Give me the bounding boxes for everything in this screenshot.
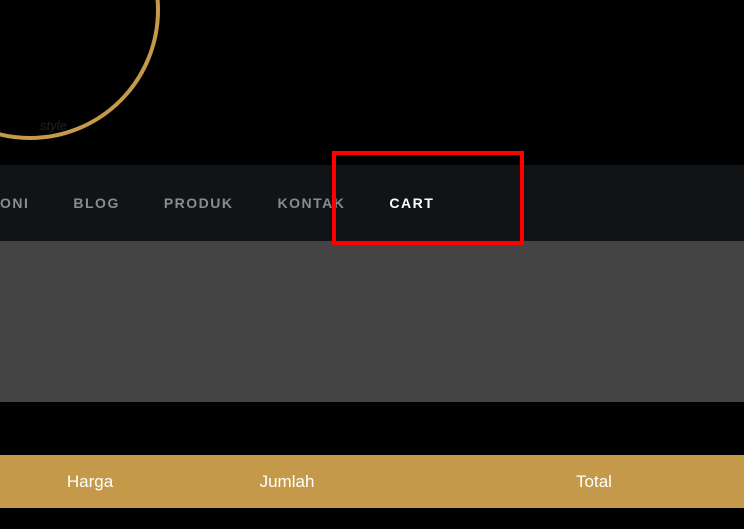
page-hero-band <box>0 241 744 402</box>
header-area: FERING NFIDENT style <box>0 0 744 165</box>
cart-column-total: Total <box>444 472 744 492</box>
logo-subtag: style <box>40 118 67 133</box>
cart-column-jumlah: Jumlah <box>130 472 444 492</box>
logo-badge: FERING NFIDENT <box>0 0 160 140</box>
nav-item-produk[interactable]: PRODUK <box>142 165 256 241</box>
main-navbar: ONI BLOG PRODUK KONTAK CART <box>0 165 744 241</box>
nav-item-cart[interactable]: CART <box>367 165 456 241</box>
cart-table-header: Harga Jumlah Total <box>0 455 744 508</box>
spacer <box>0 402 744 455</box>
bottom-fill <box>0 508 744 529</box>
nav-item-testimoni[interactable]: ONI <box>0 165 51 241</box>
nav-item-kontak[interactable]: KONTAK <box>256 165 368 241</box>
nav-item-blog[interactable]: BLOG <box>51 165 141 241</box>
